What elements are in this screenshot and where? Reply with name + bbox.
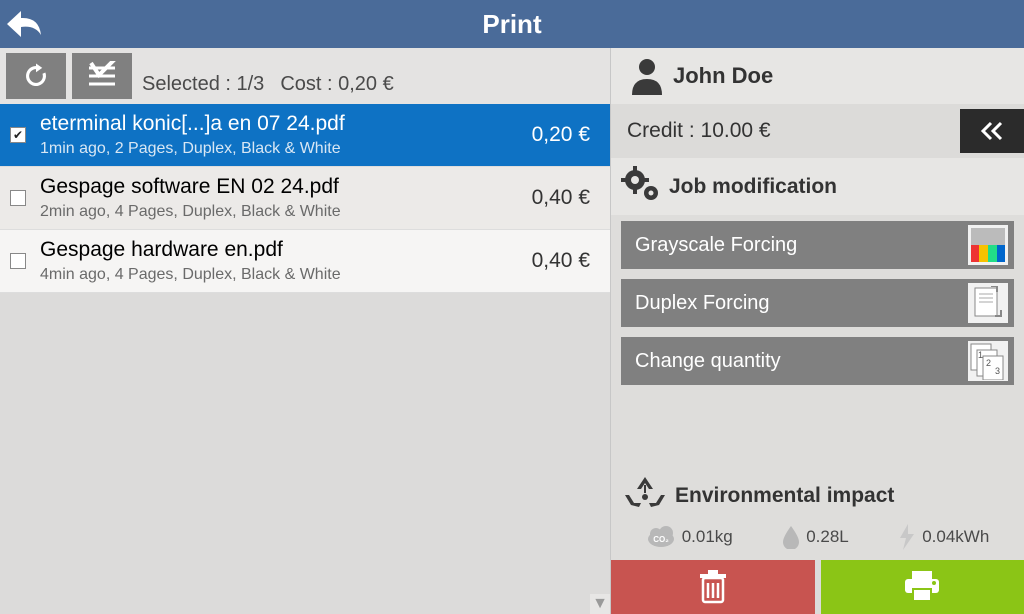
job-name: Gespage hardware en.pdf (40, 238, 532, 262)
collapse-panel-button[interactable] (960, 109, 1024, 153)
environmental-header: Environmental impact (611, 465, 1024, 520)
job-meta: 4min ago, 4 Pages, Duplex, Black & White (40, 266, 532, 284)
recycle-icon (625, 475, 665, 516)
user-bar: John Doe (611, 48, 1024, 104)
mod-button-label: Duplex Forcing (635, 292, 770, 315)
job-checkbox[interactable] (10, 190, 26, 206)
environmental-heading: Environmental impact (675, 484, 894, 508)
delete-button[interactable] (611, 560, 815, 614)
double-chevron-left-icon (977, 121, 1007, 141)
cost-label: Cost : 0,20 € (280, 73, 393, 100)
job-name: Gespage software EN 02 24.pdf (40, 175, 532, 199)
back-button[interactable] (0, 0, 48, 48)
print-button[interactable] (821, 560, 1024, 614)
page-title: Print (0, 9, 1024, 40)
job-meta: 2min ago, 4 Pages, Duplex, Black & White (40, 203, 532, 221)
job-modification-heading: Job modification (669, 175, 837, 199)
job-meta: 1min ago, 2 Pages, Duplex, Black & White (40, 140, 532, 158)
env-power-value: 0.04kWh (922, 527, 989, 547)
left-column: Selected : 1/3 Cost : 0,20 € ▲ ✔etermina… (0, 48, 610, 614)
cloud-co2-icon: CO₂ (646, 526, 676, 548)
gears-icon (621, 166, 661, 207)
refresh-icon (21, 61, 51, 91)
job-list: ✔ eterminal konic[...]a en 07 24.pdf 1min … (0, 104, 610, 293)
right-spacer (611, 391, 1024, 465)
env-water: 0.28L (782, 525, 849, 549)
job-price: 0,20 € (532, 123, 590, 147)
select-all-button[interactable] (72, 53, 132, 99)
job-price: 0,40 € (532, 249, 590, 273)
svg-text:CO₂: CO₂ (653, 535, 669, 544)
change-quantity-button[interactable]: Change quantity 123 (621, 337, 1014, 385)
job-modification-buttons: Grayscale Forcing Duplex Forcing Change qu… (611, 215, 1024, 391)
job-checkbox[interactable]: ✔ (10, 127, 26, 143)
refresh-button[interactable] (6, 53, 66, 99)
user-icon (627, 57, 667, 95)
job-checkbox[interactable] (10, 253, 26, 269)
back-arrow-icon (5, 7, 43, 41)
color-swatch-icon (968, 225, 1008, 265)
svg-text:1: 1 (978, 350, 983, 360)
scroll-down-button[interactable]: ▼ (590, 594, 610, 614)
job-row[interactable]: Gespage software EN 02 24.pdf 2min ago, 4… (0, 167, 610, 230)
mod-button-label: Change quantity (635, 350, 781, 373)
lightning-icon (898, 524, 916, 550)
duplex-page-icon (968, 283, 1008, 323)
svg-text:3: 3 (995, 366, 1000, 376)
user-name: John Doe (673, 63, 773, 89)
grayscale-forcing-button[interactable]: Grayscale Forcing (621, 221, 1014, 269)
app-header: Print (0, 0, 1024, 48)
job-toolbar: Selected : 1/3 Cost : 0,20 € (0, 48, 610, 104)
credit-label: Credit : 10.00 € (627, 119, 771, 143)
job-name: eterminal konic[...]a en 07 24.pdf (40, 112, 532, 136)
env-water-value: 0.28L (806, 527, 849, 547)
job-modification-header: Job modification (611, 158, 1024, 215)
checklist-icon (85, 61, 119, 91)
job-price: 0,40 € (532, 186, 590, 210)
duplex-forcing-button[interactable]: Duplex Forcing (621, 279, 1014, 327)
svg-text:2: 2 (986, 358, 991, 368)
water-drop-icon (782, 525, 800, 549)
env-power: 0.04kWh (898, 524, 989, 550)
action-row (611, 560, 1024, 614)
trash-icon (697, 570, 729, 604)
job-row[interactable]: Gespage hardware en.pdf 4min ago, 4 Pages… (0, 230, 610, 293)
mod-button-label: Grayscale Forcing (635, 234, 797, 257)
job-row[interactable]: ✔ eterminal konic[...]a en 07 24.pdf 1min … (0, 104, 610, 167)
selected-count-label: Selected : 1/3 (142, 73, 264, 100)
env-co2-value: 0.01kg (682, 527, 733, 547)
credit-row: Credit : 10.00 € (611, 104, 1024, 158)
page-count-icon: 123 (968, 341, 1008, 381)
printer-icon (903, 571, 941, 603)
env-co2: CO₂ 0.01kg (646, 526, 733, 548)
job-list-container: ▲ ✔eterminal konic[...]a en 07 24.pdf1mi… (0, 104, 610, 614)
environmental-metrics: CO₂ 0.01kg 0.28L 0.04kWh (611, 520, 1024, 560)
right-column: John Doe Credit : 10.00 € (610, 48, 1024, 614)
